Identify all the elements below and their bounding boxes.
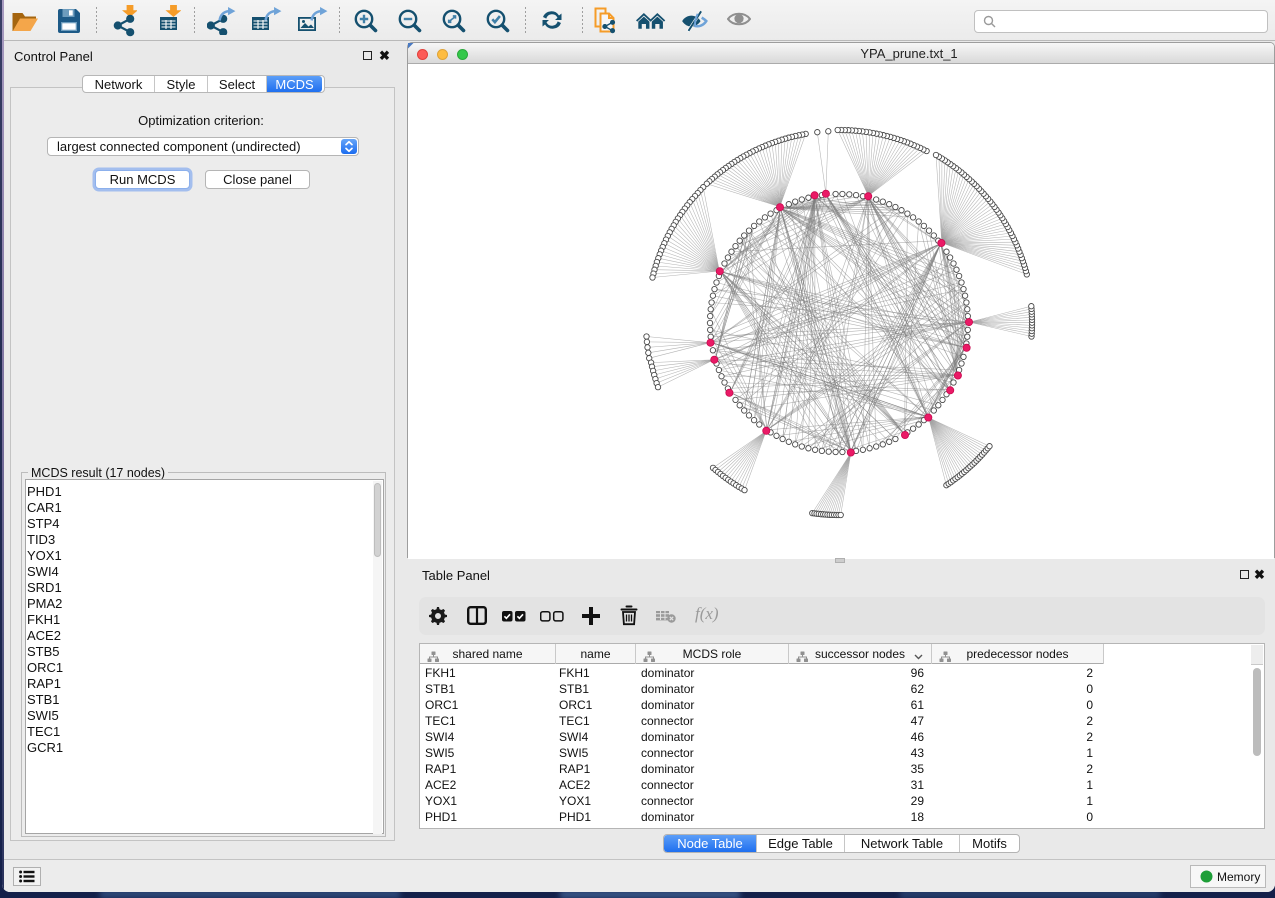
svg-text:f(x): f(x) — [695, 604, 719, 623]
